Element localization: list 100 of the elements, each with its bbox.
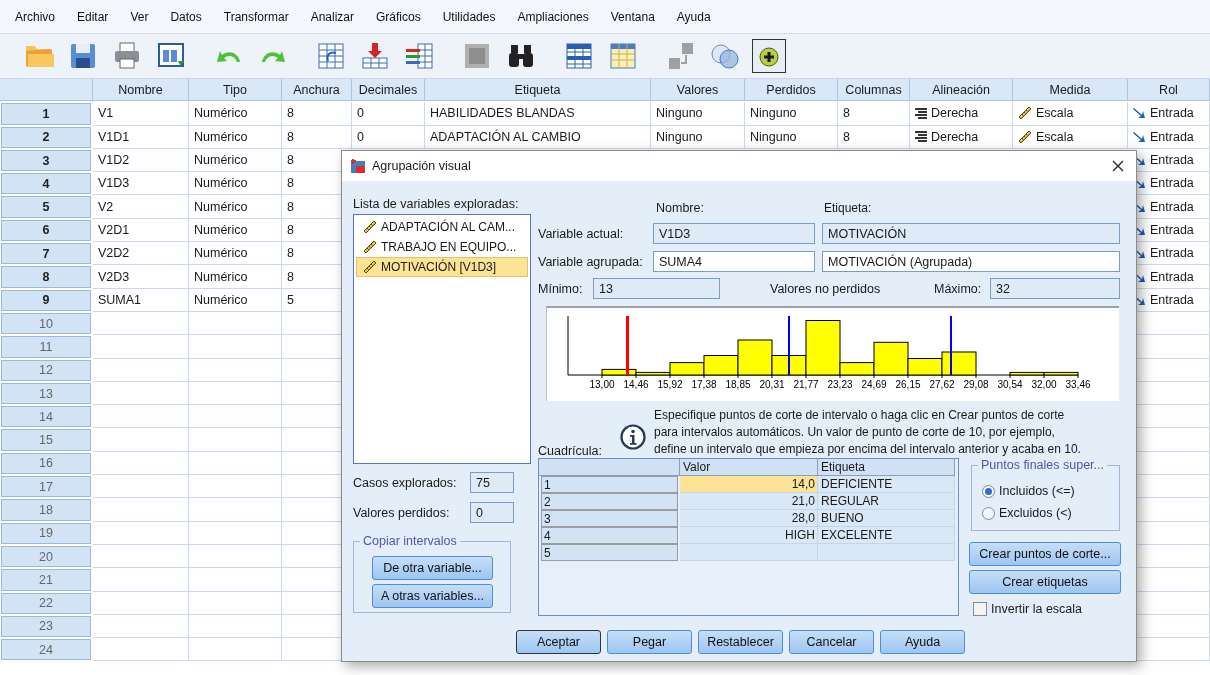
table-cell[interactable]: SUMA1 xyxy=(93,288,189,312)
menu-item[interactable]: Archivo xyxy=(4,9,66,24)
table-cell[interactable]: V1D1 xyxy=(93,125,189,149)
table-cell[interactable]: 0 xyxy=(352,102,425,126)
grid-row-number[interactable]: 1 xyxy=(541,476,678,493)
column-header[interactable]: Valores xyxy=(651,79,745,101)
table-cell[interactable]: Numérico xyxy=(189,102,282,126)
column-header[interactable]: Alineación xyxy=(910,79,1013,101)
table-cell[interactable]: Numérico xyxy=(189,265,282,289)
row-header[interactable]: 7 xyxy=(1,243,91,265)
row-header[interactable]: 6 xyxy=(1,219,91,242)
row-header[interactable]: 10 xyxy=(1,312,91,335)
row-header[interactable]: 18 xyxy=(1,499,91,521)
table-cell[interactable]: Entrada xyxy=(1150,199,1194,214)
menu-item[interactable]: Transformar xyxy=(212,9,300,24)
empty-cell[interactable] xyxy=(189,451,282,476)
grid-row-number[interactable]: 4 xyxy=(541,527,678,544)
grid-cell[interactable]: 28,0 xyxy=(680,510,818,527)
grid-cell[interactable]: HIGH xyxy=(680,527,818,544)
table-cell[interactable]: Numérico xyxy=(189,148,282,173)
empty-cell[interactable] xyxy=(189,311,282,336)
cutpoint-line[interactable] xyxy=(626,316,629,375)
grid-cell[interactable]: REGULAR xyxy=(818,493,955,510)
corner-cell[interactable] xyxy=(0,79,93,101)
empty-cell[interactable] xyxy=(189,568,282,592)
table-cell[interactable]: Escala xyxy=(1036,106,1074,121)
empty-cell[interactable] xyxy=(189,614,282,639)
empty-cell[interactable] xyxy=(189,521,282,545)
table-cell[interactable]: Numérico xyxy=(189,195,282,219)
empty-cell[interactable] xyxy=(189,591,282,615)
table-cell[interactable]: V2D3 xyxy=(93,265,189,289)
dialog-button[interactable]: Cancelar xyxy=(789,630,874,654)
empty-cell[interactable] xyxy=(189,358,282,382)
menu-item[interactable]: Utilidades xyxy=(431,9,507,24)
table-cell[interactable]: Numérico xyxy=(189,242,282,266)
table-cell[interactable]: Ninguno xyxy=(651,125,745,149)
dialog-button[interactable]: Restablecer xyxy=(698,630,783,654)
row-header[interactable]: 16 xyxy=(1,452,91,475)
radio-label[interactable]: Excluidos (<) xyxy=(999,506,1072,520)
table-cell[interactable]: Derecha xyxy=(931,129,979,144)
table-cell[interactable]: Numérico xyxy=(189,172,282,196)
empty-cell[interactable] xyxy=(93,451,189,476)
empty-cell[interactable] xyxy=(93,311,189,336)
radio-label[interactable]: Incluidos (<=) xyxy=(999,484,1075,498)
row-header[interactable]: 23 xyxy=(1,615,91,638)
row-header[interactable]: 17 xyxy=(1,476,91,498)
menu-item[interactable]: Ventana xyxy=(599,9,666,24)
empty-cell[interactable] xyxy=(189,381,282,406)
copy-button[interactable]: A otras variables... xyxy=(372,584,493,608)
empty-cell[interactable] xyxy=(189,475,282,499)
empty-cell[interactable] xyxy=(189,405,282,429)
empty-cell[interactable] xyxy=(93,638,189,662)
table-cell[interactable]: Entrada xyxy=(1150,222,1194,237)
empty-cell[interactable] xyxy=(93,498,189,522)
list-item[interactable]: MOTIVACIÓN [V1D3] xyxy=(356,257,528,277)
empty-cell[interactable] xyxy=(93,568,189,592)
table-cell[interactable]: Entrada xyxy=(1150,269,1194,284)
table-cell[interactable]: Numérico xyxy=(189,288,282,312)
empty-cell[interactable] xyxy=(93,428,189,452)
grid-cell[interactable]: DEFICIENTE xyxy=(818,476,955,493)
empty-cell[interactable] xyxy=(93,335,189,359)
table-cell[interactable]: Entrada xyxy=(1150,246,1194,261)
row-header[interactable]: 19 xyxy=(1,522,91,544)
row-header[interactable]: 13 xyxy=(1,382,91,405)
cutpoint-line[interactable] xyxy=(950,316,952,375)
grid-row-number[interactable]: 5 xyxy=(541,544,678,561)
add-button[interactable] xyxy=(752,39,786,73)
copy-button[interactable]: De otra variable... xyxy=(372,556,493,580)
row-header[interactable]: 14 xyxy=(1,406,91,428)
action-button[interactable]: Crear etiquetas xyxy=(969,570,1121,594)
row-header[interactable]: 3 xyxy=(1,149,91,172)
table-cell[interactable]: V1D3 xyxy=(93,172,189,196)
menu-item[interactable]: Gráficos xyxy=(365,9,432,24)
menu-item[interactable]: Ayuda xyxy=(665,9,722,24)
empty-cell[interactable] xyxy=(189,498,282,522)
table-cell[interactable]: ADAPTACIÓN AL CAMBIO xyxy=(425,125,651,149)
dialog-button[interactable]: Ayuda xyxy=(880,630,965,654)
table-cell[interactable]: 8 xyxy=(282,102,352,126)
empty-cell[interactable] xyxy=(189,335,282,359)
table-cell[interactable]: 8 xyxy=(282,125,352,149)
column-header[interactable]: Tipo xyxy=(189,79,282,101)
table-cell[interactable]: 0 xyxy=(352,125,425,149)
dialog-button[interactable]: Aceptar xyxy=(516,630,601,654)
empty-cell[interactable] xyxy=(93,614,189,639)
column-header[interactable]: Perdidos xyxy=(745,79,838,101)
table-cell[interactable]: Ninguno xyxy=(745,125,838,149)
name-field[interactable]: SUMA4 xyxy=(653,251,815,272)
table-cell[interactable]: Entrada xyxy=(1150,292,1194,307)
table-cell[interactable]: Entrada xyxy=(1150,129,1194,144)
grid-row-number[interactable]: 3 xyxy=(541,510,678,527)
row-header[interactable]: 12 xyxy=(1,359,91,381)
empty-cell[interactable] xyxy=(93,521,189,545)
row-header[interactable]: 24 xyxy=(1,639,91,661)
empty-cell[interactable] xyxy=(93,475,189,499)
table-cell[interactable]: Numérico xyxy=(189,218,282,243)
table-cell[interactable]: V2 xyxy=(93,195,189,219)
menu-item[interactable]: Ampliaciones xyxy=(506,9,600,24)
close-icon[interactable] xyxy=(1112,160,1124,172)
menu-item[interactable]: Analizar xyxy=(299,9,365,24)
table-cell[interactable]: Escala xyxy=(1036,129,1074,144)
